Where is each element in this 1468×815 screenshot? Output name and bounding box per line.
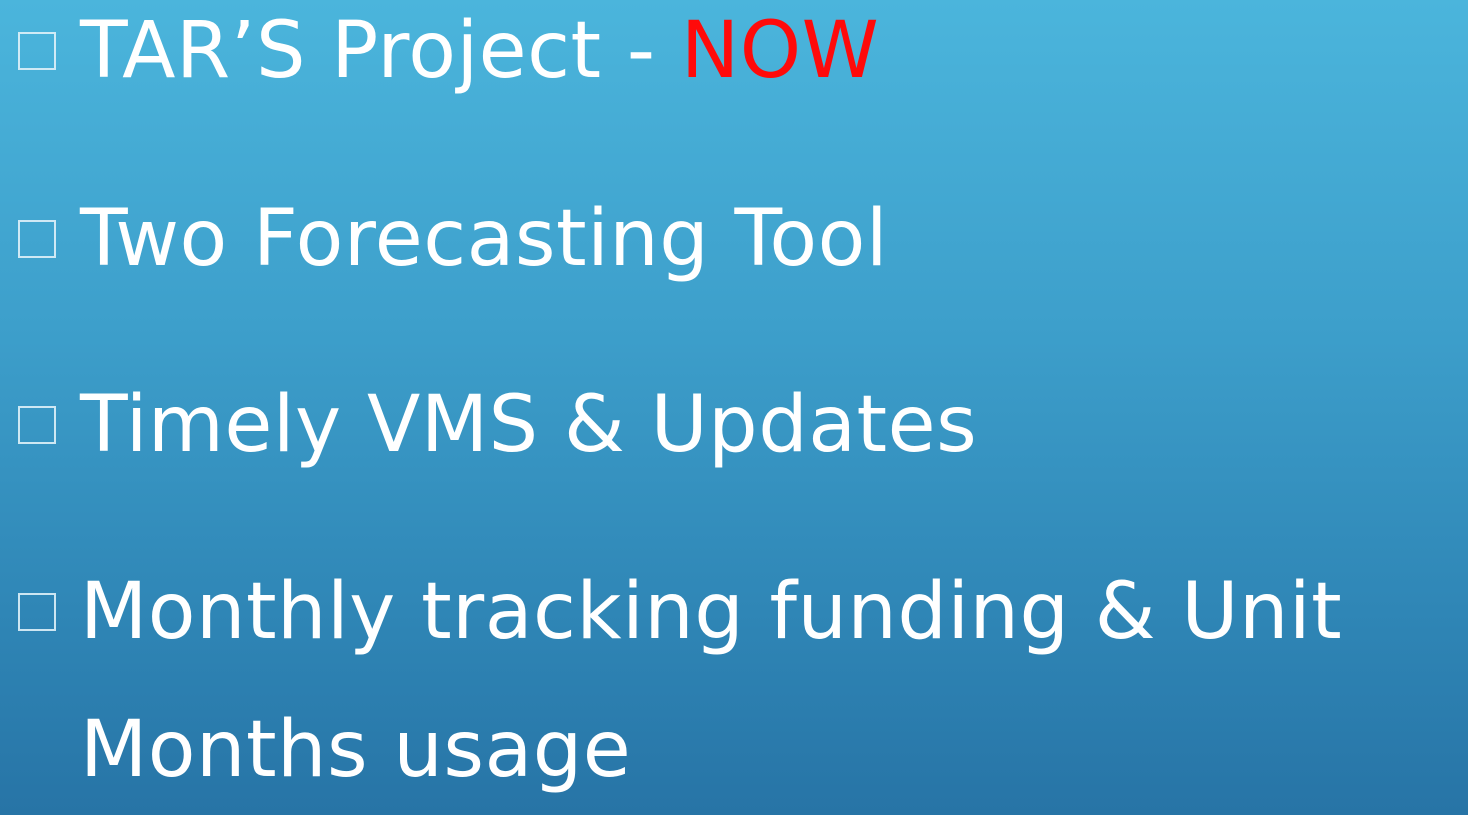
bullet-item-tars-project: TAR’S Project - NOW	[18, 12, 879, 90]
highlight-now: NOW	[680, 6, 880, 96]
bullet-continuation-text: Months usage	[80, 705, 632, 795]
square-bullet-icon	[18, 593, 56, 631]
bullet-item-monthly-tracking: Monthly tracking funding & Unit	[18, 573, 1342, 651]
slide: TAR’S Project - NOW Two Forecasting Tool…	[0, 0, 1468, 815]
square-bullet-icon	[18, 220, 56, 258]
square-bullet-icon	[18, 406, 56, 444]
bullet-text: Two Forecasting Tool	[80, 194, 889, 284]
bullet-text: Monthly tracking funding & Unit	[80, 567, 1343, 657]
bullet-item-forecasting-tool: Two Forecasting Tool	[18, 200, 888, 278]
bullet-item-vms-updates: Timely VMS & Updates	[18, 386, 977, 464]
bullet-text: TAR’S Project - NOW	[80, 12, 879, 90]
bullet-text: Timely VMS & Updates	[80, 380, 978, 470]
square-bullet-icon	[18, 32, 56, 70]
bullet-label: TAR’S Project -	[80, 6, 681, 96]
